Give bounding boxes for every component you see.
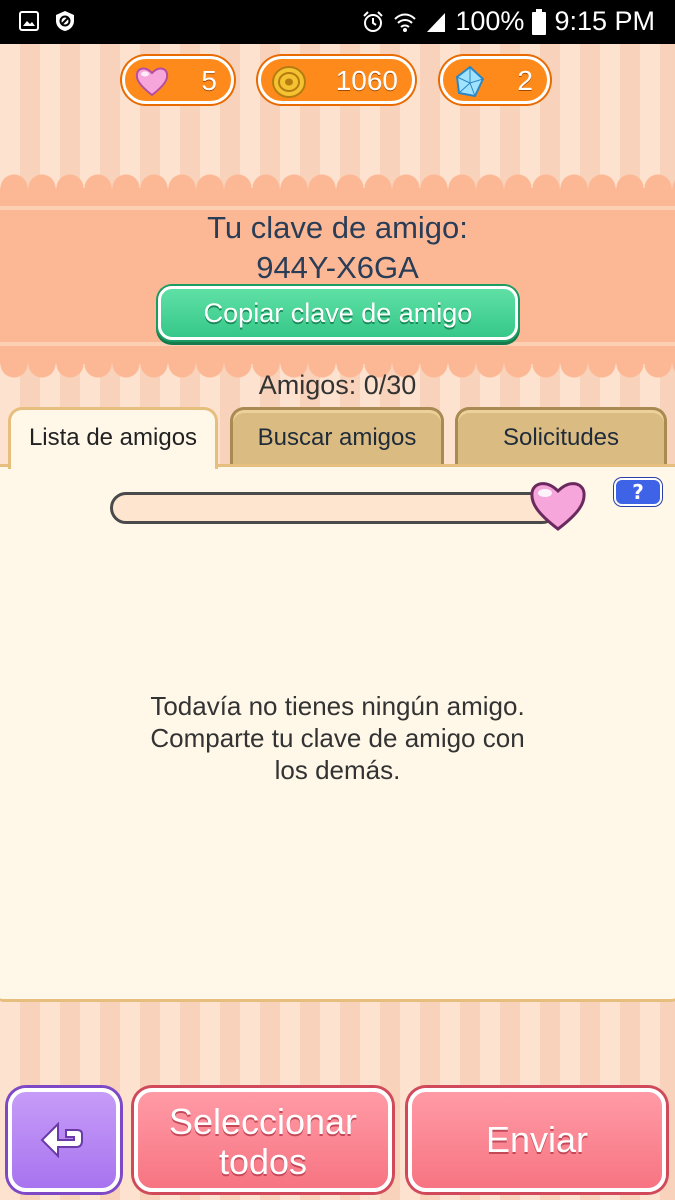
select-all-button[interactable]: Seleccionar todos (134, 1088, 392, 1192)
select-all-line: todos (218, 1141, 308, 1182)
hearts-counter[interactable]: 5 (122, 56, 234, 104)
empty-message-line: Comparte tu clave de amigo con (150, 723, 525, 753)
hearts-value: 5 (201, 65, 217, 96)
gems-value: 2 (517, 65, 533, 96)
battery-icon (532, 8, 547, 35)
signal-icon (427, 12, 446, 32)
slider-heart-icon[interactable] (528, 478, 588, 532)
shield-icon (56, 11, 74, 31)
coin-icon (272, 66, 306, 98)
tab-friend-list[interactable]: Lista de amigos (8, 407, 218, 469)
wifi-icon (394, 13, 417, 32)
status-bar: 100% 9:15 PM (0, 0, 675, 44)
clock: 9:15 PM (554, 6, 655, 36)
scroll-slider[interactable] (110, 492, 558, 524)
heart-icon (135, 67, 169, 97)
battery-percent: 100% (455, 6, 525, 36)
friend-key-title: Tu clave de amigo: (207, 210, 468, 245)
tab-requests[interactable]: Solicitudes (455, 407, 667, 465)
alarm-icon (363, 10, 384, 32)
back-button[interactable] (8, 1088, 120, 1192)
copy-friend-key-button[interactable]: Copiar clave de amigo (158, 286, 518, 340)
select-all-line: Seleccionar (168, 1101, 358, 1142)
back-arrow-icon (40, 1121, 83, 1159)
help-button[interactable]: ? (614, 478, 662, 506)
coins-value: 1060 (335, 65, 398, 96)
coins-counter[interactable]: 1060 (258, 56, 415, 104)
friend-key-value: 944Y-X6GA (256, 250, 419, 285)
empty-friends-message: Todavía no tienes ningún amigo. Comparte… (0, 690, 675, 786)
send-button[interactable]: Enviar (408, 1088, 666, 1192)
gems-counter[interactable]: 2 (440, 56, 550, 104)
empty-message-line: Todavía no tienes ningún amigo. (150, 691, 525, 721)
tab-search-friends[interactable]: Buscar amigos (230, 407, 444, 465)
friends-count: Amigos: 0/30 (258, 370, 417, 400)
gallery-icon (19, 11, 39, 31)
empty-message-line: los demás. (274, 755, 401, 785)
gem-icon (455, 65, 485, 98)
